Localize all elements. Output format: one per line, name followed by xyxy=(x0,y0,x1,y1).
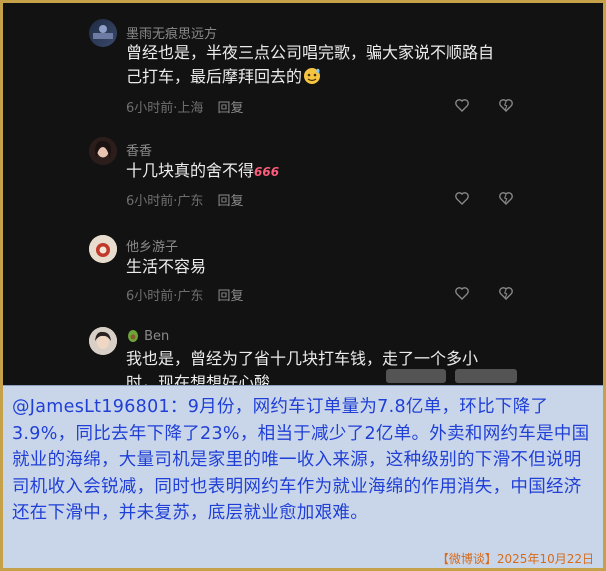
dislike-icon[interactable] xyxy=(498,190,514,206)
comment-username[interactable]: Ben xyxy=(126,328,169,344)
blurred-overlay xyxy=(455,369,517,383)
dislike-icon[interactable] xyxy=(498,285,514,301)
comment-list: 墨雨无痕思远方 曾经也是，半夜三点公司唱完歌，骗大家说不顺路自 己打车，最后摩拜… xyxy=(3,3,603,385)
comment-username-text: Ben xyxy=(144,329,170,344)
comment-text: 十几块真的舍不得666 xyxy=(126,159,546,184)
comment-meta: 6小时前·广东 回复 xyxy=(126,194,244,209)
reply-button[interactable]: 回复 xyxy=(217,194,243,209)
comment-time: 6小时前 xyxy=(126,194,174,209)
avatar[interactable] xyxy=(89,327,117,355)
comment-username[interactable]: 香香 xyxy=(126,140,152,159)
heart-icon[interactable] xyxy=(454,97,470,113)
avatar[interactable] xyxy=(89,19,117,47)
comment-line-text: 生活不容易 xyxy=(126,257,207,276)
caption-text: @JamesLt196801：9月份，网约车订单量为7.8亿单，环比下降了3.9… xyxy=(12,397,590,523)
comment-text: 曾经也是，半夜三点公司唱完歌，骗大家说不顺路自 己打车，最后摩拜回去的 xyxy=(126,41,546,92)
heart-icon[interactable] xyxy=(454,285,470,301)
caption-panel: @JamesLt196801：9月份，网约车订单量为7.8亿单，环比下降了3.9… xyxy=(3,385,603,568)
comment-username[interactable]: 墨雨无痕思远方 xyxy=(126,23,217,42)
comment-time: 6小时前 xyxy=(126,289,174,304)
avatar-image xyxy=(89,235,117,263)
reply-button[interactable]: 回复 xyxy=(217,289,243,304)
comment-meta: 6小时前·广东 回复 xyxy=(126,289,244,304)
sweat-smile-emoji xyxy=(302,67,322,92)
comment-location: 广东 xyxy=(177,194,204,209)
comment-line: 我也是，曾经为了省十几块打车钱，走了一个多小 xyxy=(126,349,479,368)
dislike-icon[interactable] xyxy=(498,97,514,113)
screenshot-frame: 墨雨无痕思远方 曾经也是，半夜三点公司唱完歌，骗大家说不顺路自 己打车，最后摩拜… xyxy=(0,0,606,571)
avatar-image xyxy=(93,25,113,39)
reply-button[interactable]: 回复 xyxy=(217,101,243,116)
comment-line-text: 十几块真的舍不得 xyxy=(126,161,255,180)
blurred-overlay xyxy=(386,369,446,383)
comment-line: 曾经也是，半夜三点公司唱完歌，骗大家说不顺路自 xyxy=(126,43,495,62)
comment-location: 上海 xyxy=(177,101,204,116)
comment-username[interactable]: 他乡游子 xyxy=(126,236,178,255)
comment-meta: 6小时前·上海 回复 xyxy=(126,101,244,116)
avatar[interactable] xyxy=(89,137,117,165)
comment-line: 己打车，最后摩拜回去的 xyxy=(126,65,546,92)
avatar-image xyxy=(89,137,117,165)
avocado-icon xyxy=(126,329,140,344)
avatar[interactable] xyxy=(89,235,117,263)
caption-source: 【微博谈】2025年10月22日 xyxy=(436,552,594,566)
comment-time: 6小时前 xyxy=(126,101,174,116)
emoji-666-badge: 666 xyxy=(254,165,280,179)
comment-text: 生活不容易 xyxy=(126,255,546,279)
comment-line-text: 己打车，最后摩拜回去的 xyxy=(126,67,303,86)
avatar-image xyxy=(89,327,117,355)
heart-icon[interactable] xyxy=(454,190,470,206)
comment-location: 广东 xyxy=(177,289,204,304)
